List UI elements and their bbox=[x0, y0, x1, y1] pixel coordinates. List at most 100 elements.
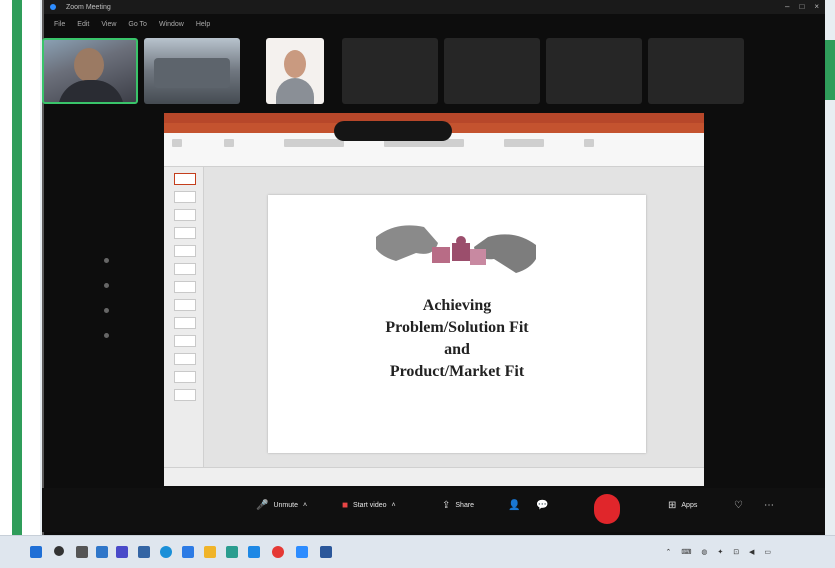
room-scene bbox=[154, 58, 230, 88]
search-icon[interactable] bbox=[54, 546, 64, 556]
word-icon[interactable] bbox=[320, 546, 332, 558]
slide-title-line: Problem/Solution Fit bbox=[385, 319, 529, 336]
slide-thumbnail[interactable] bbox=[174, 245, 196, 257]
video-strip bbox=[42, 38, 324, 104]
end-call-button[interactable] bbox=[594, 494, 620, 524]
chrome-icon[interactable] bbox=[272, 546, 284, 558]
chat-icon: 💬 bbox=[536, 500, 549, 511]
app-icon[interactable] bbox=[138, 546, 150, 558]
indicator-dot bbox=[104, 258, 109, 263]
slide-thumbnail[interactable] bbox=[174, 335, 196, 347]
participant-tile[interactable] bbox=[342, 38, 438, 104]
participants-icon: 👤 bbox=[508, 500, 521, 511]
current-slide[interactable]: Achieving Problem/Solution Fit and Produ… bbox=[268, 195, 646, 453]
app-icon[interactable] bbox=[182, 546, 194, 558]
participants-button[interactable]: 👤 bbox=[508, 500, 520, 511]
participant-face bbox=[74, 48, 104, 82]
shared-powerpoint-window: Achieving Problem/Solution Fit and Produ… bbox=[164, 113, 704, 486]
mic-off-icon: 🎤 bbox=[256, 500, 269, 511]
start-video-button[interactable]: ■ Start video ˄ bbox=[342, 500, 396, 511]
reactions-button[interactable]: ♡ bbox=[734, 500, 743, 511]
participant-video[interactable] bbox=[144, 38, 240, 104]
font-box bbox=[284, 139, 344, 147]
screen-share-banner[interactable] bbox=[334, 121, 452, 141]
app-icon[interactable] bbox=[248, 546, 260, 558]
chat-button[interactable]: 💬 bbox=[536, 500, 548, 511]
apps-label: Apps bbox=[681, 502, 698, 509]
unmute-button[interactable]: 🎤 Unmute ˄ bbox=[256, 500, 307, 511]
slide-thumbnail[interactable] bbox=[174, 317, 196, 329]
participant-video[interactable] bbox=[266, 38, 324, 104]
slide-thumbnail[interactable] bbox=[174, 209, 196, 221]
zoom-taskbar-icon[interactable] bbox=[296, 546, 308, 558]
slide-thumbnails bbox=[164, 167, 204, 467]
task-view-icon[interactable] bbox=[76, 546, 88, 558]
indicator-dot bbox=[104, 333, 109, 338]
reactions-icon: ♡ bbox=[734, 500, 743, 511]
slide-thumbnail[interactable] bbox=[174, 191, 196, 203]
slide-thumbnail[interactable] bbox=[174, 353, 196, 365]
participant-face bbox=[284, 50, 306, 78]
zoom-titlebar: Zoom Meeting – □ × bbox=[44, 0, 825, 14]
edge-icon[interactable] bbox=[160, 546, 172, 558]
video-off-icon: ■ bbox=[342, 500, 349, 511]
slide-title-line: and bbox=[444, 341, 470, 358]
participant-video[interactable] bbox=[42, 38, 138, 104]
slide-canvas: Achieving Problem/Solution Fit and Produ… bbox=[204, 167, 704, 467]
drawing-group bbox=[504, 139, 544, 147]
window-controls: – □ × bbox=[785, 2, 819, 11]
chevron-up-icon[interactable]: ˄ bbox=[303, 502, 307, 509]
participant-body bbox=[276, 78, 314, 104]
app-icon[interactable] bbox=[116, 546, 128, 558]
menu-item[interactable]: View bbox=[101, 21, 116, 28]
share-screen-icon: ⇪ bbox=[442, 500, 451, 511]
close-icon[interactable]: × bbox=[814, 2, 819, 11]
menu-item[interactable]: Edit bbox=[77, 21, 89, 28]
participant-tile[interactable] bbox=[546, 38, 642, 104]
side-indicators bbox=[104, 258, 109, 338]
slide-title-line: Product/Market Fit bbox=[389, 363, 525, 380]
more-icon: ⋯ bbox=[764, 500, 774, 511]
system-tray-icons[interactable]: ⌃ ⌨ ◍ ✦ ⊡ ◀ ▭ bbox=[666, 548, 775, 556]
participant-tile[interactable] bbox=[444, 38, 540, 104]
puzzle-hands-image bbox=[376, 225, 536, 273]
menu-item[interactable]: Help bbox=[196, 21, 210, 28]
desktop: Zoom Meeting – □ × File Edit View Go To … bbox=[0, 0, 835, 568]
background-window-edge-right bbox=[825, 40, 835, 100]
zoom-logo-icon bbox=[50, 4, 56, 10]
maximize-icon[interactable]: □ bbox=[799, 2, 804, 11]
editing-icon bbox=[584, 139, 594, 147]
apps-button[interactable]: ⊞ Apps bbox=[668, 500, 697, 511]
minimize-icon[interactable]: – bbox=[785, 2, 789, 11]
share-button[interactable]: ⇪ Share bbox=[442, 500, 474, 511]
menu-item[interactable]: Window bbox=[159, 21, 184, 28]
indicator-dot bbox=[104, 308, 109, 313]
start-icon[interactable] bbox=[30, 546, 42, 558]
windows-taskbar: ⌃ ⌨ ◍ ✦ ⊡ ◀ ▭ bbox=[0, 535, 835, 568]
share-label: Share bbox=[455, 502, 475, 509]
app-icon[interactable] bbox=[226, 546, 238, 558]
more-button[interactable]: ⋯ bbox=[764, 500, 774, 511]
participant-name-tiles bbox=[342, 38, 744, 104]
new-slide-icon bbox=[224, 139, 234, 147]
slide-thumbnail[interactable] bbox=[174, 227, 196, 239]
slide-thumbnail[interactable] bbox=[174, 371, 196, 383]
slide-thumbnail[interactable] bbox=[174, 299, 196, 311]
slide-thumbnail[interactable] bbox=[174, 281, 196, 293]
slide-thumbnail[interactable] bbox=[174, 389, 196, 401]
ppt-status-bar bbox=[164, 467, 704, 486]
menu-item[interactable]: Go To bbox=[128, 21, 147, 28]
menu-bar: File Edit View Go To Window Help bbox=[44, 16, 825, 32]
paste-icon bbox=[172, 139, 182, 147]
app-icon[interactable] bbox=[96, 546, 108, 558]
background-window-edge bbox=[0, 0, 40, 535]
apps-icon: ⊞ bbox=[668, 500, 677, 511]
slide-thumbnail[interactable] bbox=[174, 173, 196, 185]
start-video-label: Start video bbox=[353, 502, 387, 509]
folder-icon[interactable] bbox=[204, 546, 216, 558]
chevron-up-icon[interactable]: ˄ bbox=[392, 502, 396, 509]
meeting-toolbar: 🎤 Unmute ˄ ■ Start video ˄ ⇪ Share 👤 💬 ⊞… bbox=[42, 488, 825, 532]
participant-tile[interactable] bbox=[648, 38, 744, 104]
slide-thumbnail[interactable] bbox=[174, 263, 196, 275]
menu-item[interactable]: File bbox=[54, 21, 65, 28]
